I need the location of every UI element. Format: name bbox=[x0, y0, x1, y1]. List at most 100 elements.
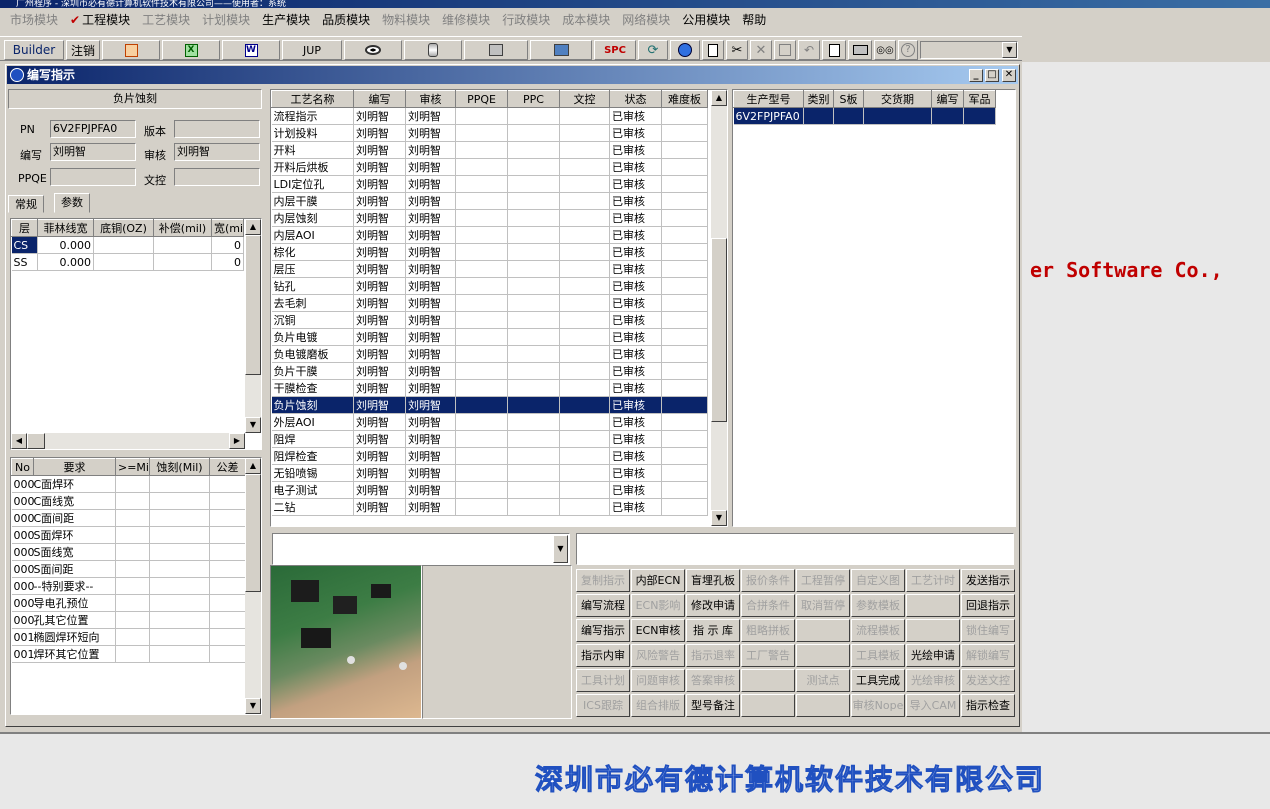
action-button[interactable]: 工具计划 bbox=[576, 669, 630, 692]
param-row[interactable]: CS 0.000 0 bbox=[11, 236, 244, 254]
process-row[interactable]: 内层干膜 刘明智 刘明智 已审核 bbox=[271, 192, 708, 210]
param-hscroll[interactable]: ◀ ▶ bbox=[11, 433, 245, 449]
process-row[interactable]: 去毛刺 刘明智 刘明智 已审核 bbox=[271, 294, 708, 312]
req-header[interactable]: 蚀刻(Mil) bbox=[149, 458, 210, 476]
process-row[interactable]: 无铅喷锡 刘明智 刘明智 已审核 bbox=[271, 464, 708, 482]
ppqe-field[interactable] bbox=[50, 168, 136, 186]
menu-item-8[interactable]: 行政模块 bbox=[496, 11, 556, 28]
author-field[interactable]: 刘明智 bbox=[50, 143, 136, 161]
process-vscroll[interactable]: ▲ ▼ bbox=[711, 90, 727, 526]
action-button[interactable]: 光绘申请 bbox=[906, 644, 960, 667]
action-button[interactable]: 参数模板 bbox=[851, 594, 905, 617]
action-button[interactable]: 工厂警告 bbox=[741, 644, 795, 667]
spc-button[interactable]: SPC bbox=[594, 40, 636, 60]
menu-item-9[interactable]: 成本模块 bbox=[556, 11, 616, 28]
action-button[interactable]: 光绘审核 bbox=[906, 669, 960, 692]
scroll-down-icon[interactable]: ▼ bbox=[245, 417, 261, 433]
database-button[interactable] bbox=[404, 40, 462, 60]
process-row[interactable]: 沉铜 刘明智 刘明智 已审核 bbox=[271, 311, 708, 329]
menu-item-5[interactable]: 品质模块 bbox=[316, 11, 376, 28]
action-button[interactable]: 工具完成 bbox=[851, 669, 905, 692]
action-button[interactable]: 复制指示 bbox=[576, 569, 630, 592]
jup-button[interactable]: JUP bbox=[282, 40, 342, 60]
menu-item-7[interactable]: 维修模块 bbox=[436, 11, 496, 28]
logout-button[interactable]: 注销 bbox=[66, 40, 100, 60]
req-header[interactable]: No bbox=[11, 458, 34, 476]
maximize-button[interactable]: □ bbox=[985, 69, 999, 82]
pn-field[interactable]: 6V2FPJPFA0 bbox=[50, 120, 136, 138]
toolbar-combo[interactable]: ▼ bbox=[920, 41, 1018, 59]
action-button[interactable]: ICS跟踪 bbox=[576, 694, 630, 717]
menu-item-6[interactable]: 物料模块 bbox=[376, 11, 436, 28]
process-header[interactable]: 工艺名称 bbox=[271, 90, 354, 108]
model-header[interactable]: 生产型号 bbox=[733, 90, 804, 108]
process-header[interactable]: PPC bbox=[507, 90, 560, 108]
scroll-down-icon[interactable]: ▼ bbox=[245, 698, 261, 714]
req-row[interactable]: 001 焊环其它位置 bbox=[11, 645, 246, 663]
action-button[interactable] bbox=[796, 644, 850, 667]
preview-button[interactable] bbox=[822, 40, 846, 60]
menu-item-1[interactable]: ✔ 工程模块 bbox=[64, 11, 136, 28]
process-row[interactable]: 开料后烘板 刘明智 刘明智 已审核 bbox=[271, 158, 708, 176]
scroll-up-icon[interactable]: ▲ bbox=[245, 219, 261, 235]
action-button[interactable]: 审核Nope bbox=[851, 694, 905, 717]
action-button[interactable]: 修改申请 bbox=[686, 594, 740, 617]
action-button[interactable]: 自定义图 bbox=[851, 569, 905, 592]
process-header[interactable]: 文控 bbox=[559, 90, 610, 108]
param-header[interactable]: 层 bbox=[11, 219, 38, 237]
action-button[interactable]: 报价条件 bbox=[741, 569, 795, 592]
process-row[interactable]: 负片电镀 刘明智 刘明智 已审核 bbox=[271, 328, 708, 346]
process-row[interactable]: 阻焊 刘明智 刘明智 已审核 bbox=[271, 430, 708, 448]
action-button[interactable]: 指 示 库 bbox=[686, 619, 740, 642]
action-button[interactable]: 工艺计时 bbox=[906, 569, 960, 592]
minimize-button[interactable]: _ bbox=[969, 69, 983, 82]
req-row[interactable]: 001 椭圆焊环短向 bbox=[11, 628, 246, 646]
model-header[interactable]: 军品 bbox=[963, 90, 996, 108]
action-button[interactable]: 发送文控 bbox=[961, 669, 1015, 692]
process-row[interactable]: 开料 刘明智 刘明智 已审核 bbox=[271, 141, 708, 159]
action-button[interactable]: 工具模板 bbox=[851, 644, 905, 667]
action-button[interactable]: 编写指示 bbox=[576, 619, 630, 642]
note-input[interactable] bbox=[576, 533, 1014, 565]
process-row[interactable]: 钻孔 刘明智 刘明智 已审核 bbox=[271, 277, 708, 295]
action-button[interactable]: 指示退率 bbox=[686, 644, 740, 667]
process-row[interactable]: 流程指示 刘明智 刘明智 已审核 bbox=[271, 107, 708, 125]
model-header[interactable]: S板 bbox=[833, 90, 864, 108]
req-row[interactable]: 000 C面线宽 bbox=[11, 492, 246, 510]
model-header[interactable]: 交货期 bbox=[863, 90, 932, 108]
scroll-thumb[interactable] bbox=[711, 238, 727, 422]
process-combo[interactable]: ▼ bbox=[272, 533, 570, 565]
scroll-thumb[interactable] bbox=[245, 235, 261, 375]
action-button[interactable]: 导入CAM bbox=[906, 694, 960, 717]
param-header[interactable]: 底铜(OZ) bbox=[93, 219, 154, 237]
action-button[interactable] bbox=[906, 594, 960, 617]
new-button[interactable] bbox=[702, 40, 724, 60]
scroll-up-icon[interactable]: ▲ bbox=[711, 90, 727, 106]
action-button[interactable] bbox=[796, 694, 850, 717]
chevron-down-icon[interactable]: ▼ bbox=[1002, 42, 1017, 58]
action-button[interactable] bbox=[796, 619, 850, 642]
action-button[interactable]: 盲埋孔板 bbox=[686, 569, 740, 592]
view-button[interactable] bbox=[344, 40, 402, 60]
powerpoint-button[interactable] bbox=[102, 40, 160, 60]
action-button[interactable] bbox=[906, 619, 960, 642]
action-button[interactable]: 工程暂停 bbox=[796, 569, 850, 592]
action-button[interactable]: 解锁编写 bbox=[961, 644, 1015, 667]
action-button[interactable]: 取消暂停 bbox=[796, 594, 850, 617]
process-row[interactable]: 棕化 刘明智 刘明智 已审核 bbox=[271, 243, 708, 261]
action-button[interactable]: 发送指示 bbox=[961, 569, 1015, 592]
param-row[interactable]: SS 0.000 0 bbox=[11, 253, 244, 271]
word-button[interactable]: W bbox=[222, 40, 280, 60]
process-row[interactable]: 负片蚀刻 刘明智 刘明智 已审核 bbox=[271, 396, 708, 414]
action-button[interactable] bbox=[741, 669, 795, 692]
action-button[interactable]: 锁住编写 bbox=[961, 619, 1015, 642]
undo-button[interactable]: ↶ bbox=[798, 40, 820, 60]
action-button[interactable]: 组合排版 bbox=[631, 694, 685, 717]
process-header[interactable]: 难度板 bbox=[661, 90, 708, 108]
process-row[interactable]: 阻焊检查 刘明智 刘明智 已审核 bbox=[271, 447, 708, 465]
reviewer-field[interactable]: 刘明智 bbox=[174, 143, 260, 161]
req-header[interactable]: 公差 bbox=[209, 458, 246, 476]
find-button[interactable]: ◎◎ bbox=[874, 40, 896, 60]
req-row[interactable]: 000 导电孔预位 bbox=[11, 594, 246, 612]
process-header[interactable]: 编写 bbox=[353, 90, 406, 108]
